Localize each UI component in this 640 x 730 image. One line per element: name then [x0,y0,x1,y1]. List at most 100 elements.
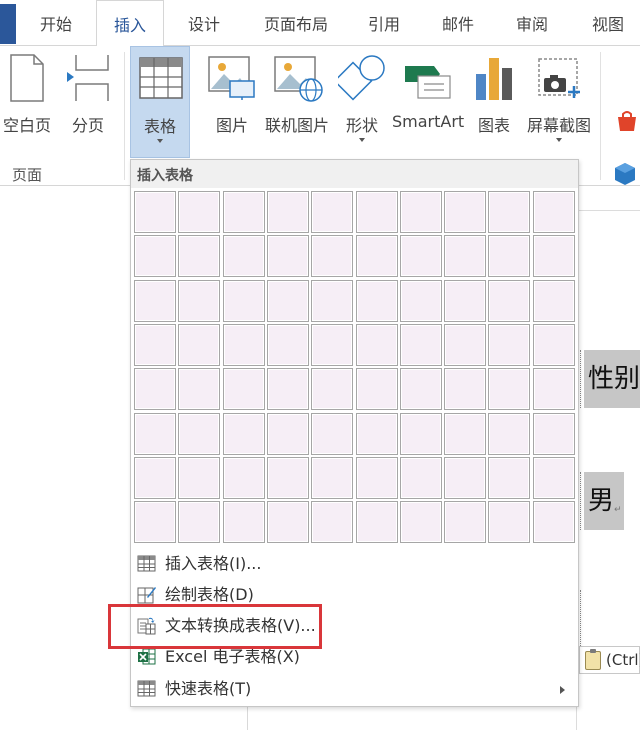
table-grid-cell[interactable] [266,456,309,499]
table-grid-cell[interactable] [266,191,309,233]
table-grid-cell[interactable] [532,279,575,322]
table-grid-cell[interactable] [399,235,442,278]
table-grid-cell[interactable] [311,368,354,411]
table-grid-cell[interactable] [134,412,176,455]
online-pictures-button[interactable]: 联机图片 [262,46,332,158]
table-grid-cell[interactable] [222,368,265,411]
table-grid-cell[interactable] [134,235,176,278]
table-cell-gender[interactable]: 性别 [584,350,640,408]
table-grid-cell[interactable] [399,412,442,455]
tab-design[interactable]: 设计 [182,0,226,46]
tab-mailings[interactable]: 邮件 [436,0,480,46]
table-grid-cell[interactable] [178,235,221,278]
table-grid-cell[interactable] [444,501,487,544]
table-grid-cell[interactable] [178,412,221,455]
table-grid-cell[interactable] [488,368,531,411]
table-grid-cell[interactable] [355,235,398,278]
table-grid-cell[interactable] [488,279,531,322]
table-grid-cell[interactable] [355,323,398,366]
table-grid-cell[interactable] [178,368,221,411]
table-grid-cell[interactable] [532,501,575,544]
table-grid-cell[interactable] [178,323,221,366]
table-grid-cell[interactable] [311,235,354,278]
table-grid-cell[interactable] [134,456,176,499]
table-grid-cell[interactable] [532,191,575,233]
table-grid-cell[interactable] [488,191,531,233]
table-grid-cell[interactable] [399,323,442,366]
table-grid-cell[interactable] [222,235,265,278]
table-grid-cell[interactable] [266,368,309,411]
table-grid-cell[interactable] [532,368,575,411]
table-grid-cell[interactable] [134,501,176,544]
store-icon[interactable] [616,110,638,132]
insert-table-item[interactable]: 插入表格(I)... [131,548,578,579]
tab-review[interactable]: 审阅 [510,0,554,46]
table-grid-cell[interactable] [444,191,487,233]
table-grid-cell[interactable] [488,456,531,499]
table-grid-cell[interactable] [488,323,531,366]
table-grid-cell[interactable] [444,368,487,411]
pictures-button[interactable]: 图片 [206,46,258,158]
table-grid-cell[interactable] [311,279,354,322]
table-grid-cell[interactable] [134,279,176,322]
table-grid-cell[interactable] [134,191,176,233]
table-grid-cell[interactable] [444,412,487,455]
my-addins-icon[interactable] [614,162,636,186]
table-grid-cell[interactable] [266,235,309,278]
table-grid-cell[interactable] [399,368,442,411]
table-grid-cell[interactable] [178,279,221,322]
table-grid-cell[interactable] [532,235,575,278]
table-grid-cell[interactable] [355,456,398,499]
table-grid-cell[interactable] [266,279,309,322]
table-grid-cell[interactable] [311,412,354,455]
table-grid-cell[interactable] [444,456,487,499]
file-tab-edge[interactable] [0,4,16,44]
table-grid-cell[interactable] [399,456,442,499]
table-grid-cell[interactable] [488,235,531,278]
table-grid-cell[interactable] [311,501,354,544]
table-grid-cell[interactable] [178,456,221,499]
table-grid-cell[interactable] [134,368,176,411]
table-grid-cell[interactable] [134,323,176,366]
table-grid-cell[interactable] [266,412,309,455]
table-grid-cell[interactable] [399,501,442,544]
table-grid-cell[interactable] [444,279,487,322]
table-grid-cell[interactable] [488,412,531,455]
paste-options-button[interactable]: (Ctrl) [579,646,640,674]
table-grid-cell[interactable] [311,323,354,366]
table-grid-cell[interactable] [266,501,309,544]
table-grid-cell[interactable] [355,191,398,233]
shapes-button[interactable]: 形状 [336,46,388,158]
table-grid-cell[interactable] [311,456,354,499]
table-grid-cell[interactable] [399,279,442,322]
table-grid-cell[interactable] [532,323,575,366]
table-grid-cell[interactable] [355,279,398,322]
table-grid-cell[interactable] [311,191,354,233]
table-grid-cell[interactable] [355,501,398,544]
tab-page-layout[interactable]: 页面布局 [258,0,334,46]
table-grid-cell[interactable] [222,412,265,455]
table-grid-cell[interactable] [222,279,265,322]
screenshot-button[interactable]: 屏幕截图 [524,46,594,158]
table-grid-cell[interactable] [266,323,309,366]
table-grid-cell[interactable] [444,235,487,278]
table-grid-cell[interactable] [222,191,265,233]
table-grid-cell[interactable] [222,501,265,544]
table-grid-cell[interactable] [222,323,265,366]
table-button[interactable]: 表格 [130,46,190,158]
table-grid-cell[interactable] [355,368,398,411]
table-grid-cell[interactable] [399,191,442,233]
quick-tables-item[interactable]: 快速表格(T) [131,673,578,704]
page-break-button[interactable]: 分页 [60,46,116,158]
table-cell-male[interactable]: 男 [584,472,624,530]
table-grid-cell[interactable] [178,501,221,544]
smartart-button[interactable]: SmartArt [392,46,464,158]
table-grid-cell[interactable] [178,191,221,233]
chart-button[interactable]: 图表 [470,46,518,158]
table-grid-cell[interactable] [355,412,398,455]
table-grid-cell[interactable] [444,323,487,366]
table-grid-cell[interactable] [222,456,265,499]
tab-insert[interactable]: 插入 [96,0,164,47]
tab-view[interactable]: 视图 [586,0,630,46]
table-grid-cell[interactable] [488,501,531,544]
